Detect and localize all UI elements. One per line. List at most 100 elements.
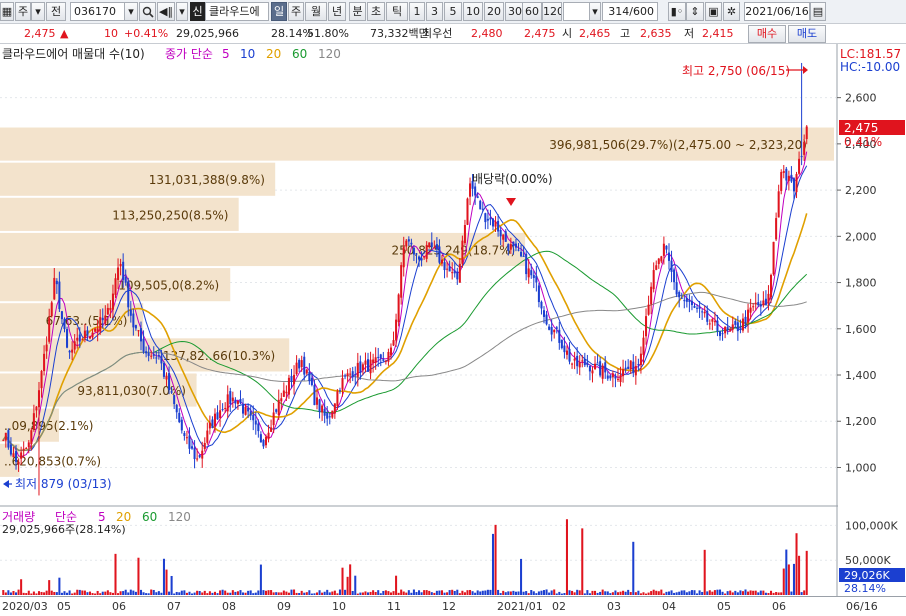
candle-body (576, 355, 579, 367)
period-year[interactable]: 년 (328, 2, 346, 21)
stock-code-input[interactable]: 036170 (70, 2, 126, 21)
volume-bar (787, 564, 790, 595)
volume-bar (430, 592, 433, 595)
candle-body (721, 333, 724, 335)
date-input[interactable]: 2021/06/16 (744, 2, 810, 21)
buy-button[interactable]: 매수 (748, 25, 786, 43)
prev-button[interactable]: 전 (46, 2, 66, 21)
volume-bar (688, 591, 691, 595)
interval-20[interactable]: 20 (484, 2, 504, 21)
volume-bar (423, 590, 426, 595)
candle-body (55, 280, 58, 285)
candle-body (563, 345, 566, 353)
volume-bar (752, 590, 755, 595)
candle-body (303, 356, 306, 375)
layout-grid-icon[interactable]: ▦ (0, 2, 14, 21)
candle-body (239, 399, 242, 404)
volume-bar (662, 593, 665, 595)
volume-bar (285, 591, 288, 595)
volume-bar (196, 590, 199, 595)
candle-body (507, 243, 510, 251)
date-tick-label: 2021/01 (497, 600, 543, 613)
volume-bar (660, 589, 663, 595)
candle-body (71, 349, 74, 353)
speaker-icon[interactable]: ◀‖ (157, 2, 175, 21)
volume-bar (239, 590, 242, 595)
volume-bar (741, 591, 744, 595)
candle-body (242, 404, 245, 414)
search-icon[interactable] (139, 2, 156, 21)
interval-5[interactable]: 5 (444, 2, 462, 21)
candle-body (321, 405, 324, 413)
volume-bar (469, 589, 472, 595)
candle-body (762, 300, 765, 306)
candle-body (53, 277, 56, 300)
volume-bar (264, 590, 268, 595)
candle-body (752, 306, 755, 308)
code-dropdown-icon[interactable]: ▾ (124, 2, 138, 21)
candle-body (790, 174, 793, 182)
candle-body (410, 242, 413, 245)
volume-bar (262, 590, 265, 595)
volume-bar (60, 592, 63, 595)
candle-body (252, 414, 255, 421)
volume-bar (7, 590, 10, 595)
period-second[interactable]: 초 (367, 2, 385, 21)
candle-body (224, 408, 227, 410)
interval-1[interactable]: 1 (409, 2, 425, 21)
stock-chart[interactable]: 396,981,506(29.7%)(2,475.00 ~ 2,323,20) 1… (0, 44, 906, 596)
candle-body (37, 390, 41, 408)
volume-bar (491, 533, 495, 595)
save-icon[interactable]: ▣ (705, 2, 722, 21)
volume-bar (104, 591, 107, 595)
candle-body (614, 375, 617, 379)
date-tick-label: 10 (332, 600, 346, 613)
volume-bar (331, 591, 334, 595)
candle-body (400, 265, 403, 298)
volume-bar (160, 592, 163, 595)
candle-body (764, 298, 767, 305)
gear-icon[interactable]: ✲ (723, 2, 740, 21)
expand-icon[interactable]: ⇕ (686, 2, 704, 21)
candle-body (622, 369, 625, 377)
volume-bar (198, 591, 201, 595)
volume-bar (66, 592, 69, 595)
period-minute[interactable]: 분 (349, 2, 366, 21)
sell-button[interactable]: 매도 (788, 25, 826, 43)
last-pct-tag: 0.41% (844, 135, 882, 149)
period-tick[interactable]: 틱 (386, 2, 408, 21)
volume-bar (645, 593, 648, 595)
candle-body (300, 360, 303, 368)
interval-60[interactable]: 60 (522, 2, 542, 21)
market-tab[interactable]: 주 (15, 2, 31, 21)
candle-body (119, 264, 122, 267)
volume-bar (415, 592, 418, 595)
candle-body (430, 242, 433, 248)
candle-body (50, 302, 53, 317)
period-day[interactable]: 일 (271, 2, 287, 21)
candle-body (578, 362, 581, 368)
ma-legend-120: 120 (318, 47, 341, 61)
candle-body (45, 344, 48, 352)
period-month[interactable]: 월 (305, 2, 327, 21)
interval-120[interactable]: 120 (542, 2, 562, 21)
low-price: 2,415 (702, 27, 734, 40)
candle-body (344, 375, 347, 377)
market-dropdown-icon[interactable]: ▾ (31, 2, 45, 21)
candle-body (173, 395, 176, 405)
candle-body (645, 316, 648, 337)
volume-bar (40, 591, 43, 595)
split-view-icon[interactable]: ▮◦ (668, 2, 686, 21)
calendar-icon[interactable]: ▤ (810, 2, 826, 21)
candle-body (137, 330, 140, 332)
interval-3[interactable]: 3 (426, 2, 443, 21)
speaker-dropdown-icon[interactable]: ▾ (176, 2, 188, 21)
interval-dropdown-icon[interactable]: ▾ (589, 2, 601, 21)
candle-body (106, 307, 109, 315)
candle-body (767, 293, 770, 304)
interval-10[interactable]: 10 (463, 2, 483, 21)
volume-bar (611, 592, 614, 595)
period-week[interactable]: 주 (288, 2, 304, 21)
candle-body (145, 351, 148, 354)
volume-bar (428, 590, 431, 595)
